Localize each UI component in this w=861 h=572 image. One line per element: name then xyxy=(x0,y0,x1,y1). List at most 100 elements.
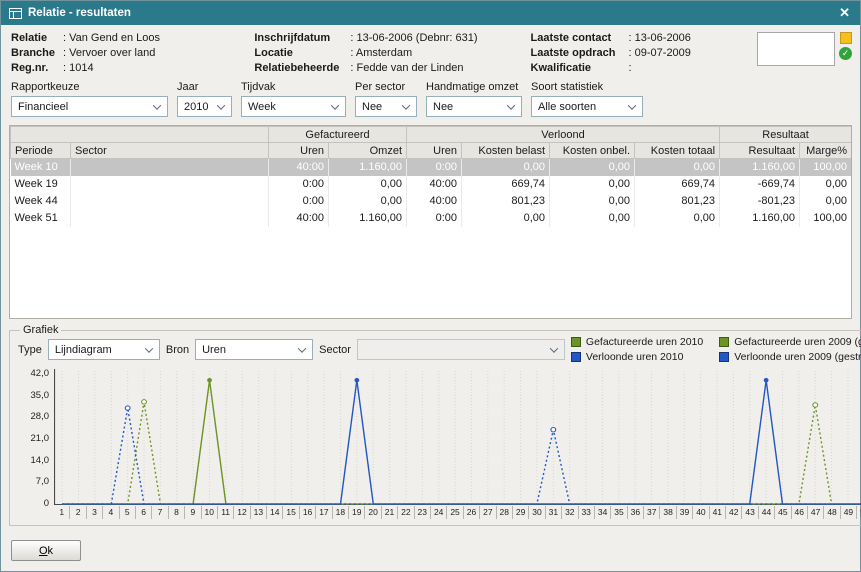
chevron-down-icon xyxy=(507,101,515,109)
filter-handmatige-omzet: Handmatige omzet Nee xyxy=(426,81,522,117)
column-header[interactable]: Kosten onbel. xyxy=(550,143,635,159)
ok-button[interactable]: Ok xyxy=(11,540,81,561)
note-icon[interactable] xyxy=(840,32,852,44)
x-tick-label: 15 xyxy=(282,506,298,519)
data-point-marker xyxy=(551,428,556,432)
cell: 0:00 xyxy=(407,159,462,176)
filter-label: Soort statistiek xyxy=(531,81,643,93)
jaar-select[interactable]: 2010 xyxy=(177,96,232,117)
handmatige-omzet-select[interactable]: Nee xyxy=(426,96,522,117)
field-label: Kwalificatie xyxy=(531,62,629,74)
rapportkeuze-select[interactable]: Financieel xyxy=(11,96,168,117)
bron-select[interactable]: Uren xyxy=(195,339,313,360)
x-tick-label: 30 xyxy=(528,506,544,519)
chart-controls: Type Lijndiagram Bron Uren Sector Gefact… xyxy=(18,336,861,363)
filter-bar: Rapportkeuze Financieel Jaar 2010 Tijdva… xyxy=(1,79,860,125)
cell: 0,00 xyxy=(800,176,852,193)
cell: 0,00 xyxy=(550,210,635,227)
table-row[interactable]: Week 440:000,0040:00801,230,00801,23-801… xyxy=(11,193,852,210)
y-tick-label: 0 xyxy=(44,499,49,509)
x-tick-label: 46 xyxy=(791,506,807,519)
x-tick-label: 45 xyxy=(774,506,790,519)
filter-jaar: Jaar 2010 xyxy=(177,81,232,117)
chart-plot xyxy=(54,367,861,506)
column-header[interactable]: Sector xyxy=(71,143,269,159)
data-point-marker xyxy=(764,378,769,382)
chart-series xyxy=(62,380,861,504)
table-row[interactable]: Week 5140:001.160,000:000,000,000,001.16… xyxy=(11,210,852,227)
column-header[interactable]: Uren xyxy=(269,143,329,159)
column-header[interactable]: Uren xyxy=(407,143,462,159)
close-icon[interactable]: ✕ xyxy=(837,5,852,21)
bron-label: Bron xyxy=(166,344,189,356)
x-tick-label: 44 xyxy=(758,506,774,519)
legend-swatch xyxy=(719,337,729,347)
select-value: Nee xyxy=(433,101,453,113)
field-label: Reg.nr. xyxy=(11,62,63,74)
x-tick-label: 14 xyxy=(266,506,282,519)
field-value: : xyxy=(629,62,632,74)
legend-item: Gefactureerde uren 2009 (gestreept) xyxy=(719,336,861,348)
soort-statistiek-select[interactable]: Alle soorten xyxy=(531,96,643,117)
field-label: Laatste opdrach xyxy=(531,47,629,59)
x-tick-label: 42 xyxy=(725,506,741,519)
x-tick-label: 25 xyxy=(446,506,462,519)
header-col-left: Relatie: Van Gend en Loos Branche: Vervo… xyxy=(11,32,254,74)
relation-header: Relatie: Van Gend en Loos Branche: Vervo… xyxy=(1,25,860,79)
field-value: : 13-06-2006 (Debnr: 631) xyxy=(350,32,477,44)
x-tick-label: 43 xyxy=(741,506,757,519)
table-row[interactable]: Week 190:000,0040:00669,740,00669,74-669… xyxy=(11,176,852,193)
x-tick-label: 49 xyxy=(840,506,856,519)
column-header[interactable]: Omzet xyxy=(329,143,407,159)
x-tick-label: 13 xyxy=(250,506,266,519)
x-axis: 1234567891011121314151617181920212223242… xyxy=(54,506,861,519)
select-value: 2010 xyxy=(184,101,208,113)
cell: 1.160,00 xyxy=(720,210,800,227)
filter-label: Jaar xyxy=(177,81,232,93)
field-label: Relatiebeheerde xyxy=(254,62,350,74)
header-side: ✓ xyxy=(757,32,852,74)
titlebar: Relatie - resultaten ✕ xyxy=(1,1,860,25)
cell: -669,74 xyxy=(720,176,800,193)
x-tick-label: 34 xyxy=(594,506,610,519)
column-header[interactable]: Resultaat xyxy=(720,143,800,159)
data-point-marker xyxy=(125,406,130,410)
sector-select xyxy=(357,339,565,360)
column-header-row: PeriodeSectorUrenOmzetUrenKosten belastK… xyxy=(11,143,852,159)
legend-swatch xyxy=(571,337,581,347)
tijdvak-select[interactable]: Week xyxy=(241,96,346,117)
cell: 1.160,00 xyxy=(329,159,407,176)
field-label: Branche xyxy=(11,47,63,59)
field-label: Inschrijfdatum xyxy=(254,32,350,44)
select-value: Nee xyxy=(362,101,382,113)
per-sector-select[interactable]: Nee xyxy=(355,96,417,117)
cell: 0:00 xyxy=(407,210,462,227)
sector-label: Sector xyxy=(319,344,351,356)
cell: -801,23 xyxy=(720,193,800,210)
x-tick-label: 23 xyxy=(414,506,430,519)
x-tick-label: 19 xyxy=(348,506,364,519)
laatste-opdracht-row: Laatste opdrach: 09-07-2009 xyxy=(531,47,757,59)
cell: 669,74 xyxy=(635,176,720,193)
x-tick-label: 24 xyxy=(430,506,446,519)
cell: 0,00 xyxy=(329,193,407,210)
table-row[interactable]: Week 1040:001.160,000:000,000,000,001.16… xyxy=(11,159,852,176)
column-header[interactable]: Marge% xyxy=(800,143,852,159)
cell: 669,74 xyxy=(462,176,550,193)
inschrijfdatum-row: Inschrijfdatum: 13-06-2006 (Debnr: 631) xyxy=(254,32,530,44)
cell xyxy=(71,193,269,210)
filter-tijdvak: Tijdvak Week xyxy=(241,81,346,117)
check-icon[interactable]: ✓ xyxy=(839,47,852,60)
column-header[interactable]: Kosten belast xyxy=(462,143,550,159)
grafiek-title: Grafiek xyxy=(20,324,61,336)
chart-legend: Gefactureerde uren 2010Gefactureerde ure… xyxy=(571,336,861,363)
field-value: : Vervoer over land xyxy=(63,47,155,59)
filter-label: Tijdvak xyxy=(241,81,346,93)
column-header[interactable]: Periode xyxy=(11,143,71,159)
select-value: Lijndiagram xyxy=(55,344,112,356)
field-value: : 13-06-2006 xyxy=(629,32,691,44)
type-select[interactable]: Lijndiagram xyxy=(48,339,160,360)
x-tick-label: 21 xyxy=(381,506,397,519)
x-tick-label: 9 xyxy=(184,506,200,519)
column-header[interactable]: Kosten totaal xyxy=(635,143,720,159)
